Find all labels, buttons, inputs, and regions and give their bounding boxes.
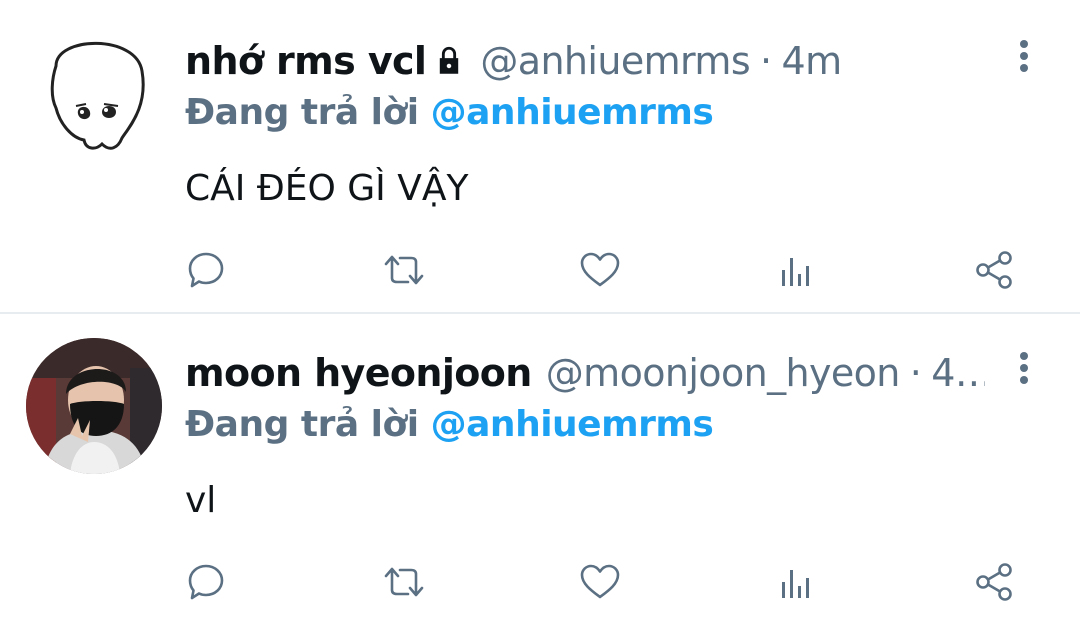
tweet-text: vl bbox=[185, 480, 217, 521]
share-button[interactable] bbox=[972, 248, 1016, 292]
avatar-drawing-icon bbox=[26, 26, 162, 162]
like-button[interactable] bbox=[578, 560, 622, 604]
tweet[interactable]: nhớ rms vcl @anhiuemrms · 4m Đang trả lờ… bbox=[0, 0, 1080, 312]
tweet-text: CÁI ĐÉO GÌ VẬY bbox=[185, 168, 469, 209]
timestamp[interactable]: 4… bbox=[931, 351, 985, 395]
replying-to: Đang trả lời @anhiuemrms bbox=[185, 92, 714, 138]
more-vertical-icon bbox=[1020, 40, 1028, 72]
avatar-photo-icon bbox=[26, 338, 162, 474]
user-handle[interactable]: @moonjoon_hyeon bbox=[546, 351, 901, 395]
analytics-button[interactable] bbox=[774, 248, 818, 292]
replying-label: Đang trả lời bbox=[185, 92, 419, 133]
share-icon bbox=[976, 251, 1012, 289]
analytics-button[interactable] bbox=[774, 560, 818, 604]
user-handle[interactable]: @anhiuemrms bbox=[480, 39, 750, 83]
tweet-actions bbox=[0, 560, 1080, 606]
display-name[interactable]: moon hyeonjoon bbox=[185, 351, 532, 395]
tweet-header: nhớ rms vcl @anhiuemrms · 4m bbox=[185, 36, 842, 86]
share-button[interactable] bbox=[972, 560, 1016, 604]
mention-link[interactable]: @anhiuemrms bbox=[431, 92, 714, 133]
heart-icon bbox=[580, 564, 620, 599]
analytics-icon bbox=[782, 258, 809, 286]
retweet-button[interactable] bbox=[382, 248, 426, 292]
more-vertical-icon bbox=[1020, 352, 1028, 384]
retweet-button[interactable] bbox=[382, 560, 426, 604]
tweet-header: moon hyeonjoon @moonjoon_hyeon · 4… bbox=[185, 348, 985, 398]
reply-icon bbox=[188, 564, 224, 600]
display-name[interactable]: nhớ rms vcl bbox=[185, 39, 427, 83]
more-options-button[interactable] bbox=[1006, 36, 1042, 76]
retweet-icon bbox=[384, 567, 424, 597]
timestamp[interactable]: 4m bbox=[782, 39, 843, 83]
share-icon bbox=[976, 563, 1012, 601]
reply-button[interactable] bbox=[184, 248, 228, 292]
tweet[interactable]: moon hyeonjoon @moonjoon_hyeon · 4… Đang… bbox=[0, 312, 1080, 624]
heart-icon bbox=[580, 252, 620, 287]
retweet-icon bbox=[384, 255, 424, 285]
tweet-actions bbox=[0, 248, 1080, 294]
separator-dot: · bbox=[760, 39, 772, 83]
replying-to: Đang trả lời @anhiuemrms bbox=[185, 404, 714, 450]
lock-icon bbox=[432, 44, 466, 78]
avatar[interactable] bbox=[26, 26, 162, 162]
avatar[interactable] bbox=[26, 338, 162, 474]
reply-icon bbox=[188, 252, 224, 288]
analytics-icon bbox=[782, 570, 809, 598]
like-button[interactable] bbox=[578, 248, 622, 292]
replying-label: Đang trả lời bbox=[185, 404, 419, 445]
more-options-button[interactable] bbox=[1006, 348, 1042, 388]
mention-link[interactable]: @anhiuemrms bbox=[431, 404, 714, 445]
separator-dot: · bbox=[909, 351, 922, 395]
reply-button[interactable] bbox=[184, 560, 228, 604]
